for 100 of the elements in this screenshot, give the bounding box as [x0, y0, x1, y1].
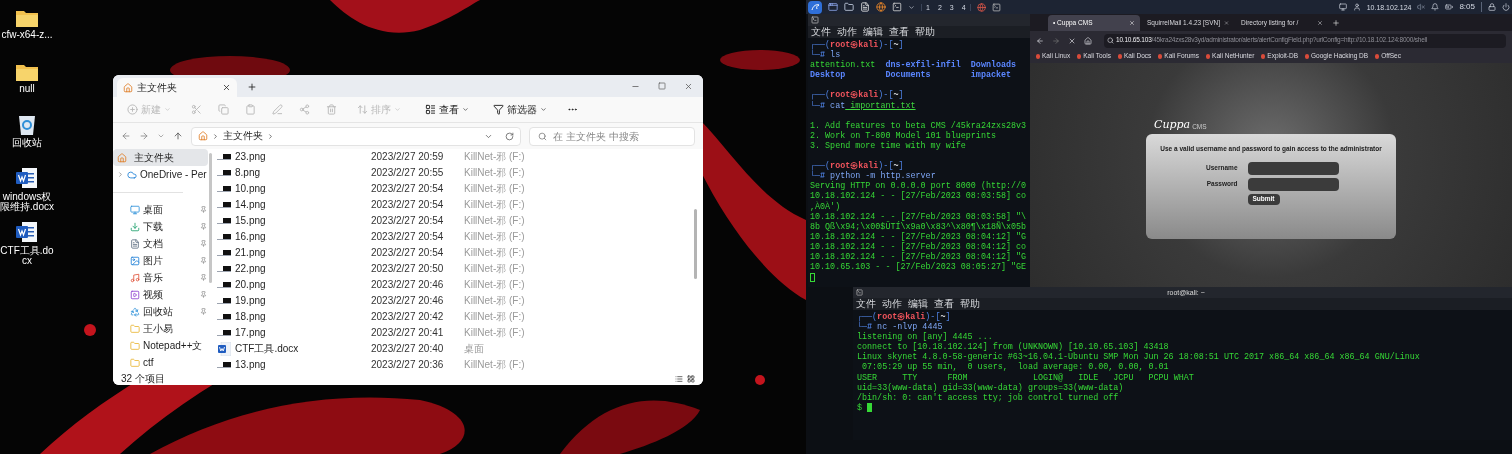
file-location: KillNet-邪 (F:) — [464, 280, 525, 290]
close-icon[interactable] — [222, 83, 231, 92]
modified-date: 2023/2/27 20:36 — [371, 360, 445, 370]
file-row[interactable]: 22.png 2023/2/27 20:50 KillNet-邪 (F:) — [213, 261, 694, 277]
filter-button[interactable]: 筛选器 — [491, 104, 549, 115]
folder-icon[interactable] — [844, 2, 854, 12]
file-row[interactable]: 23.png 2023/2/27 20:59 KillNet-邪 (F:) — [213, 149, 694, 165]
bell-icon[interactable] — [1431, 3, 1440, 11]
tab-label: 主文件夹 — [137, 82, 178, 93]
forward-icon[interactable] — [139, 131, 149, 141]
back-icon[interactable] — [121, 131, 131, 141]
menu-item[interactable]: 动作 — [882, 299, 902, 309]
window-icon[interactable] — [828, 2, 838, 12]
search-input[interactable]: 在 主文件夹 中搜索 — [553, 128, 686, 144]
file-row[interactable]: 20.png 2023/2/27 20:46 KillNet-邪 (F:) — [213, 277, 694, 293]
file-row[interactable]: CTF工具.docx 2023/2/27 20:40 桌面 — [213, 341, 694, 357]
refresh-icon[interactable] — [505, 131, 514, 141]
sidebar-item[interactable]: 主文件夹 — [113, 149, 208, 166]
sidebar-item[interactable]: 音乐 — [113, 269, 208, 286]
image-file-icon — [217, 249, 231, 257]
muted-speaker-icon[interactable] — [1417, 3, 1426, 11]
home-icon[interactable] — [1084, 36, 1092, 45]
search-field[interactable]: 在 主文件夹 中搜索 — [529, 126, 695, 146]
file-name: 10.png — [235, 184, 266, 194]
sidebar-item[interactable]: 王小易 — [113, 320, 208, 337]
desktop-icon[interactable]: CTF工具.docx — [0, 219, 54, 273]
maximize-icon[interactable] — [658, 82, 666, 90]
battery-icon[interactable] — [1445, 3, 1454, 11]
share-icon — [299, 104, 310, 115]
sidebar-item[interactable]: 回收站 — [113, 303, 208, 320]
power-icon[interactable] — [1502, 3, 1510, 11]
menu-item[interactable]: 查看 — [889, 27, 909, 37]
view-icon — [425, 104, 436, 115]
details-view-icon[interactable] — [675, 375, 683, 383]
menu-item[interactable]: 文件 — [856, 299, 876, 309]
expand-icon[interactable] — [117, 171, 124, 178]
file-row[interactable]: 19.png 2023/2/27 20:46 KillNet-邪 (F:) — [213, 293, 694, 309]
desktop-icon[interactable]: null — [0, 57, 54, 111]
back-icon[interactable] — [1036, 36, 1044, 45]
sidebar-item[interactable]: ctf — [113, 354, 208, 371]
file-location: KillNet-邪 (F:) — [464, 264, 525, 274]
browser-icon[interactable] — [976, 2, 986, 12]
new-tab-icon[interactable] — [247, 82, 257, 92]
scrollbar[interactable] — [694, 209, 697, 279]
recycle-bin-icon — [18, 113, 36, 135]
menu-item[interactable]: 动作 — [837, 27, 857, 37]
sidebar-item[interactable]: 文档 — [113, 235, 208, 252]
file-row[interactable]: 10.png 2023/2/27 20:54 KillNet-邪 (F:) — [213, 181, 694, 197]
window-tab[interactable]: 主文件夹 — [117, 78, 237, 97]
lock-icon[interactable] — [1488, 3, 1496, 11]
music-icon — [130, 272, 140, 283]
breadcrumb-item[interactable]: 主文件夹 — [223, 131, 263, 141]
terminal-icon[interactable] — [892, 2, 902, 12]
view-button[interactable]: 查看 — [423, 104, 471, 115]
sort-icon — [357, 104, 368, 115]
file-row[interactable]: 15.png 2023/2/27 20:54 KillNet-邪 (F:) — [213, 213, 694, 229]
sidebar-item[interactable]: 视频 — [113, 286, 208, 303]
tiles-view-icon[interactable] — [687, 375, 695, 383]
sidebar-item[interactable]: 下载 — [113, 218, 208, 235]
file-row[interactable]: 21.png 2023/2/27 20:54 KillNet-邪 (F:) — [213, 245, 694, 261]
new-tab-icon[interactable] — [1332, 19, 1340, 27]
new-icon — [127, 104, 138, 115]
browser-icon[interactable] — [876, 2, 886, 12]
up-icon[interactable] — [173, 131, 183, 141]
file-row[interactable]: 16.png 2023/2/27 20:54 KillNet-邪 (F:) — [213, 229, 694, 245]
menu-item[interactable]: 编辑 — [908, 299, 928, 309]
file-location: KillNet-邪 (F:) — [464, 312, 525, 322]
file-row[interactable]: 8.png 2023/2/27 20:55 KillNet-邪 (F:) — [213, 165, 694, 181]
file-row[interactable]: 14.png 2023/2/27 20:54 KillNet-邪 (F:) — [213, 197, 694, 213]
menu-item[interactable]: 帮助 — [915, 27, 935, 37]
desktop-icon[interactable]: windows权限维持.docx — [0, 165, 54, 219]
desktop-icon[interactable]: 回收站 — [0, 111, 54, 165]
recent-icon[interactable] — [157, 132, 165, 140]
menu-item[interactable]: 文件 — [811, 27, 831, 37]
image-file-icon — [217, 281, 231, 289]
file-row[interactable]: 18.png 2023/2/27 20:42 KillNet-邪 (F:) — [213, 309, 694, 325]
caret-icon[interactable] — [908, 3, 915, 11]
sidebar-item[interactable]: OneDrive - Per — [113, 166, 208, 183]
sidebar-item[interactable]: 桌面 — [113, 201, 208, 218]
terminal-line: 1. Add features to beta CMS /45kra24zxs28v3 — [810, 120, 1027, 131]
close-icon[interactable] — [684, 81, 693, 91]
kali-menu-icon[interactable] — [808, 0, 822, 14]
stop-icon[interactable] — [1068, 36, 1076, 45]
menu-item[interactable]: 查看 — [934, 299, 954, 309]
menu-item[interactable]: 编辑 — [863, 27, 883, 37]
sidebar-item[interactable]: Notepad++文 — [113, 337, 208, 354]
desktop-icon[interactable]: cfw-x64-z... — [0, 3, 54, 57]
terminal-icon[interactable] — [991, 2, 1001, 12]
file-location: KillNet-邪 (F:) — [464, 360, 525, 370]
address-bar[interactable]: 主文件夹 — [191, 126, 521, 146]
text-editor-icon[interactable] — [860, 2, 870, 12]
login-input[interactable] — [1247, 177, 1339, 191]
word-document-icon — [16, 167, 38, 189]
login-input[interactable] — [1247, 161, 1339, 175]
menu-item[interactable]: 帮助 — [960, 299, 980, 309]
file-row[interactable]: 13.png 2023/2/27 20:36 KillNet-邪 (F:) — [213, 357, 694, 373]
sidebar-item[interactable]: 图片 — [113, 252, 208, 269]
monitor-icon[interactable] — [1338, 3, 1347, 11]
scrollbar[interactable] — [209, 153, 212, 283]
file-row[interactable]: 17.png 2023/2/27 20:41 KillNet-邪 (F:) — [213, 325, 694, 341]
